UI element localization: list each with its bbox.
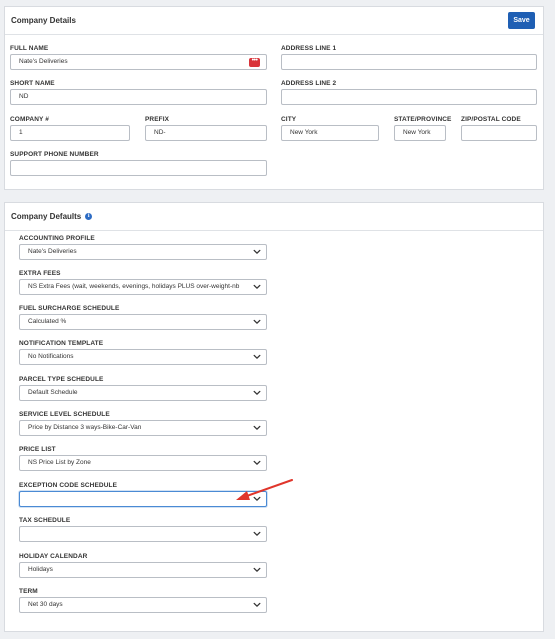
holiday-calendar-label: HOLIDAY CALENDAR [19, 553, 88, 560]
more-options-icon[interactable]: ••• [249, 57, 260, 67]
chevron-down-icon[interactable] [253, 353, 261, 361]
city-value: New York [290, 129, 318, 136]
tax-schedule-label: TAX SCHEDULE [19, 517, 71, 524]
notification-template-select[interactable]: No Notifications [19, 349, 267, 365]
short-name-label: SHORT NAME [10, 80, 55, 87]
extra-fees-label: EXTRA FEES [19, 270, 61, 277]
address-line-1-label: ADDRESS LINE 1 [281, 45, 337, 52]
chevron-down-icon[interactable] [253, 318, 261, 326]
notification-template-value: No Notifications [28, 353, 74, 360]
address-line-2-input[interactable] [281, 89, 537, 105]
company-defaults-panel: Company Defaults i ACCOUNTING PROFILE Nat… [4, 202, 544, 632]
annotation-arrow [236, 479, 293, 500]
price-list-value: NS Price List by Zone [28, 459, 91, 466]
chevron-down-icon[interactable] [253, 283, 261, 291]
company-details-panel: Company Details Save FULL NAME Nate's De… [4, 6, 544, 190]
short-name-field: SHORT NAME ND [10, 78, 267, 105]
annotation-arrow-line [243, 479, 293, 498]
holiday-calendar-field: HOLIDAY CALENDAR Holidays [19, 551, 267, 578]
city-field: CITY New York [281, 114, 379, 141]
chevron-down-icon[interactable] [253, 248, 261, 256]
price-list-field: PRICE LIST NS Price List by Zone [19, 444, 267, 471]
prefix-value: ND- [154, 129, 166, 136]
full-name-value: Nate's Deliveries [19, 58, 68, 65]
price-list-select[interactable]: NS Price List by Zone [19, 455, 267, 471]
extra-fees-select[interactable]: NS Extra Fees (wait, weekends, evenings,… [19, 279, 267, 295]
state-value: New York [403, 129, 431, 136]
company-number-value: 1 [19, 129, 23, 136]
address-line-1-field: ADDRESS LINE 1 [281, 43, 537, 70]
company-number-input[interactable]: 1 [10, 125, 130, 141]
term-select[interactable]: Net 30 days [19, 597, 267, 613]
accounting-profile-value: Nate's Deliveries [28, 248, 77, 255]
state-label: STATE/PROVINCE [394, 116, 452, 123]
holiday-calendar-select[interactable]: Holidays [19, 562, 267, 578]
save-button[interactable]: Save [508, 12, 535, 29]
full-name-input[interactable]: Nate's Deliveries ••• [10, 54, 267, 70]
city-label: CITY [281, 116, 297, 123]
company-number-label: COMPANY # [10, 116, 49, 123]
parcel-type-schedule-field: PARCEL TYPE SCHEDULE Default Schedule [19, 374, 267, 401]
state-input[interactable]: New York [394, 125, 446, 141]
company-details-header: Company Details [5, 7, 543, 35]
service-level-schedule-field: SERVICE LEVEL SCHEDULE Price by Distance … [19, 409, 267, 436]
prefix-field: PREFIX ND- [145, 114, 267, 141]
service-level-schedule-value: Price by Distance 3 ways-Bike-Car-Van [28, 424, 142, 431]
fuel-surcharge-schedule-field: FUEL SURCHARGE SCHEDULE Calculated % [19, 303, 267, 330]
support-phone-label: SUPPORT PHONE NUMBER [10, 151, 99, 158]
company-number-field: COMPANY # 1 [10, 114, 130, 141]
service-level-schedule-label: SERVICE LEVEL SCHEDULE [19, 411, 110, 418]
fuel-surcharge-schedule-value: Calculated % [28, 318, 67, 325]
city-input[interactable]: New York [281, 125, 379, 141]
accounting-profile-label: ACCOUNTING PROFILE [19, 235, 95, 242]
address-line-2-field: ADDRESS LINE 2 [281, 78, 537, 105]
full-name-label: FULL NAME [10, 45, 49, 52]
zip-field: ZIP/POSTAL CODE [461, 114, 537, 141]
term-field: TERM Net 30 days [19, 586, 267, 613]
parcel-type-schedule-select[interactable]: Default Schedule [19, 385, 267, 401]
parcel-type-schedule-label: PARCEL TYPE SCHEDULE [19, 376, 104, 383]
address-line-2-label: ADDRESS LINE 2 [281, 80, 337, 87]
short-name-value: ND [19, 93, 29, 100]
address-line-1-input[interactable] [281, 54, 537, 70]
chevron-down-icon[interactable] [253, 424, 261, 432]
chevron-down-icon[interactable] [253, 389, 261, 397]
prefix-label: PREFIX [145, 116, 170, 123]
support-phone-input[interactable] [10, 160, 267, 176]
tax-schedule-field: TAX SCHEDULE [19, 515, 267, 542]
chevron-down-icon[interactable] [253, 566, 261, 574]
full-name-field: FULL NAME Nate's Deliveries ••• [10, 43, 267, 70]
service-level-schedule-select[interactable]: Price by Distance 3 ways-Bike-Car-Van [19, 420, 267, 436]
extra-fees-field: EXTRA FEES NS Extra Fees (wait, weekends,… [19, 268, 267, 295]
company-defaults-title: Company Defaults [11, 212, 82, 221]
term-value: Net 30 days [28, 601, 63, 608]
fuel-surcharge-schedule-select[interactable]: Calculated % [19, 314, 267, 330]
chevron-down-icon[interactable] [253, 459, 261, 467]
chevron-down-icon[interactable] [253, 601, 261, 609]
info-icon[interactable]: i [85, 213, 93, 220]
term-label: TERM [19, 588, 38, 595]
notification-template-field: NOTIFICATION TEMPLATE No Notifications [19, 338, 267, 365]
state-field: STATE/PROVINCE New York [394, 114, 452, 141]
zip-input[interactable] [461, 125, 537, 141]
notification-template-label: NOTIFICATION TEMPLATE [19, 340, 104, 347]
tax-schedule-select[interactable] [19, 526, 267, 542]
parcel-type-schedule-value: Default Schedule [28, 389, 78, 396]
price-list-label: PRICE LIST [19, 446, 56, 453]
zip-label: ZIP/POSTAL CODE [461, 116, 521, 123]
fuel-surcharge-schedule-label: FUEL SURCHARGE SCHEDULE [19, 305, 120, 312]
short-name-input[interactable]: ND [10, 89, 267, 105]
accounting-profile-field: ACCOUNTING PROFILE Nate's Deliveries [19, 233, 267, 260]
extra-fees-value: NS Extra Fees (wait, weekends, evenings,… [28, 283, 240, 290]
support-phone-field: SUPPORT PHONE NUMBER [10, 149, 267, 176]
holiday-calendar-value: Holidays [28, 566, 53, 573]
accounting-profile-select[interactable]: Nate's Deliveries [19, 244, 267, 260]
prefix-input[interactable]: ND- [145, 125, 267, 141]
annotation-arrow-head [236, 491, 250, 500]
chevron-down-icon[interactable] [253, 530, 261, 538]
company-defaults-header: Company Defaults i [5, 203, 543, 231]
company-details-title: Company Details [11, 16, 76, 25]
